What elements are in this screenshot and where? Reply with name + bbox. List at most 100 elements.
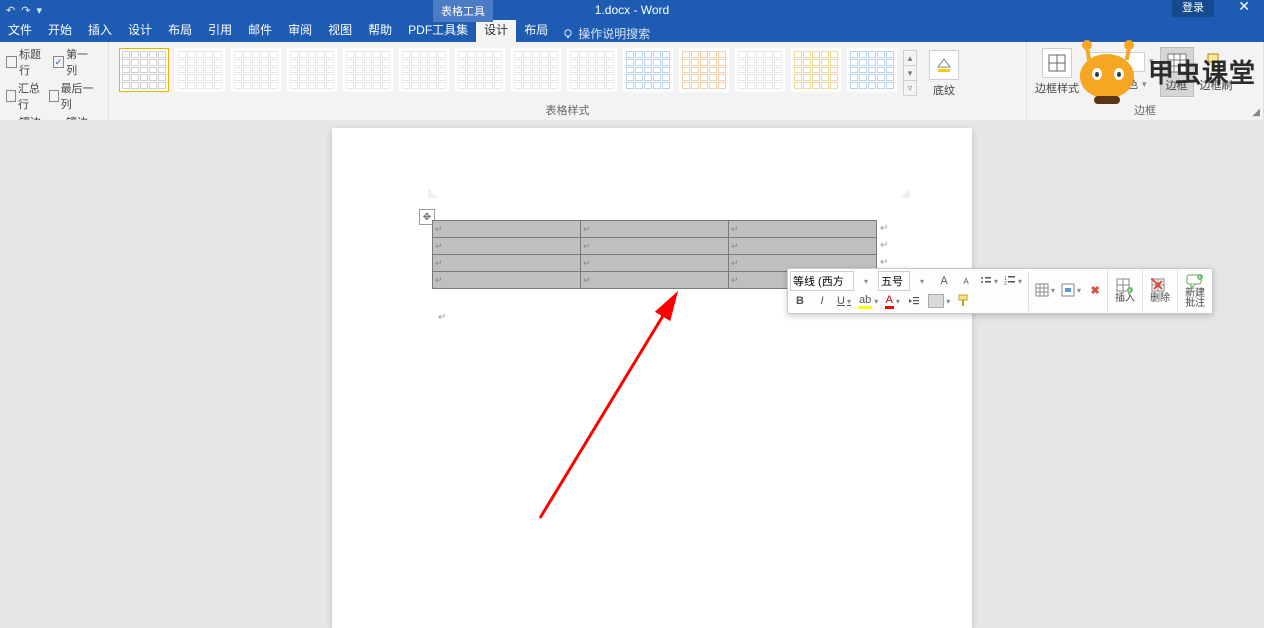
mini-format-painter[interactable] [954,292,974,310]
mini-delete-label: 删除 [1150,294,1170,304]
highlight-icon: ab [858,294,872,309]
mini-decrease-indent[interactable] [904,292,924,310]
tell-me-search[interactable]: 操作说明搜索 [562,25,650,42]
mini-delete-x[interactable]: ✖ [1085,281,1105,299]
align-icon [1061,283,1075,297]
mini-insert[interactable]: + 插入 [1107,269,1142,313]
mini-italic[interactable]: I [812,292,832,310]
table-style-thumb-12[interactable] [735,48,785,92]
border-painter-button[interactable]: 边框刷 [1200,51,1233,93]
window-close-button[interactable]: ✕ [1238,0,1250,15]
borders-dialog-launcher[interactable]: ◢ [1252,107,1260,118]
mini-font-size[interactable] [878,271,910,291]
table-style-thumb-1[interactable] [119,48,169,92]
font-color-icon: A [885,294,894,309]
cell-mark: ↵ [731,224,739,234]
cell-mark: ↵ [435,275,443,285]
tab-layout[interactable]: 布局 [160,17,200,42]
mini-align[interactable] [1059,281,1083,299]
group-borders: 边框样式 0.5 磅▾ 笔颜色▾ 边框 边框刷 [1027,42,1264,120]
table-style-thumb-6[interactable] [399,48,449,92]
cell-mark: ↵ [731,258,739,268]
group-title-table-styles: 表格样式 [115,102,1020,120]
mini-table-style[interactable] [1033,281,1057,299]
table-style-thumb-13[interactable] [791,48,841,92]
gallery-expand[interactable]: ▿ [904,81,916,95]
insert-icon: + [1116,278,1134,294]
tab-review[interactable]: 审阅 [280,17,320,42]
chk-total-row[interactable]: 汇总行 [6,80,45,112]
mini-bold[interactable]: B [790,292,810,310]
table-style-thumb-10[interactable] [623,48,673,92]
tab-references[interactable]: 引用 [200,17,240,42]
svg-text:+: + [1198,275,1201,281]
table-style-gallery: ▴ ▾ ▿ 底纹 [115,44,1020,102]
table-style-thumb-4[interactable] [287,48,337,92]
page[interactable]: ✥ ↵↵↵ ↵↵↵ ↵↵↵ ↵↵↵ ↵↵↵↵ ↵ [332,128,972,628]
chk-last-col[interactable]: 最后一列 [49,80,97,112]
shading-swatch-icon [928,294,944,308]
cell-mark: ↵ [731,275,739,285]
document-workspace[interactable]: ✥ ↵↵↵ ↵↵↵ ↵↵↵ ↵↵↵ ↵↵↵↵ ↵ [0,120,1264,625]
document-title: 1.docx - Word [595,3,669,17]
tab-insert[interactable]: 插入 [80,17,120,42]
border-styles-button[interactable]: 边框样式 [1033,46,1081,98]
group-table-style-options: 标题行 ✓第一列 汇总行 最后一列 镶边行 镶边列 表格样式选项 [0,42,109,120]
mini-new-comment-label2: 批注 [1185,299,1205,309]
table-style-thumb-11[interactable] [679,48,729,92]
undo-button[interactable]: ↶ [6,4,15,17]
mini-shading[interactable] [926,292,952,310]
format-painter-icon [957,294,971,308]
login-button[interactable]: 登录 [1172,0,1214,17]
borders-button[interactable]: 边框 [1160,47,1194,97]
mini-font-family[interactable] [790,271,854,291]
cell-mark: ↵ [731,241,739,251]
tab-mailings[interactable]: 邮件 [240,17,280,42]
mini-font-size-dd[interactable]: ▾ [912,272,932,290]
tab-design[interactable]: 设计 [120,17,160,42]
mini-font-family-dd[interactable]: ▾ [856,272,876,290]
mini-shrink-font[interactable]: A [956,272,976,290]
table-style-thumb-8[interactable] [511,48,561,92]
shading-icon [929,50,959,80]
mini-delete[interactable]: 删除 [1142,269,1177,313]
table-style-thumb-14[interactable] [847,48,897,92]
svg-text:2: 2 [1004,281,1007,287]
mini-toolbar: ▾ ▾ A A 12 B I U ab A [787,268,1213,314]
new-comment-icon: + [1186,273,1204,289]
cell-mark: ↵ [435,224,443,234]
mini-new-comment[interactable]: + 新建 批注 [1177,269,1212,313]
redo-button[interactable]: ↷ [21,4,30,17]
pen-weight-dropdown[interactable]: 0.5 磅▾ [1087,52,1154,72]
tab-view[interactable]: 视图 [320,17,360,42]
border-painter-label: 边框刷 [1200,77,1233,93]
chk-first-col[interactable]: ✓第一列 [53,46,96,78]
gallery-scroll-up[interactable]: ▴ [904,51,916,66]
tab-home[interactable]: 开始 [40,17,80,42]
mini-table-icon [1035,283,1049,297]
table-style-thumb-3[interactable] [231,48,281,92]
tab-file[interactable]: 文件 [0,17,40,42]
border-styles-icon [1042,48,1072,78]
shading-button[interactable]: 底纹 [927,48,961,100]
table-style-thumb-9[interactable] [567,48,617,92]
header-boundary [428,188,910,202]
chk-header-row[interactable]: 标题行 [6,46,49,78]
qat-more-button[interactable]: ▾ [36,4,42,17]
cell-mark: ↵ [435,241,443,251]
mini-underline[interactable]: U [834,292,854,310]
gallery-scroll-down[interactable]: ▾ [904,66,916,81]
border-painter-icon [1204,51,1228,75]
mini-highlight[interactable]: ab [856,292,880,310]
context-tab-label: 表格工具 [433,0,493,22]
table-style-thumb-2[interactable] [175,48,225,92]
pen-color-dropdown[interactable]: 笔颜色▾ [1087,76,1154,93]
mini-numbering[interactable]: 12 [1002,272,1024,290]
table-style-thumb-5[interactable] [343,48,393,92]
mini-bullets[interactable] [978,272,1000,290]
mini-font-color[interactable]: A [882,292,902,310]
table-style-thumb-7[interactable] [455,48,505,92]
tab-help[interactable]: 帮助 [360,17,400,42]
tab-table-layout[interactable]: 布局 [516,17,556,42]
mini-grow-font[interactable]: A [934,272,954,290]
